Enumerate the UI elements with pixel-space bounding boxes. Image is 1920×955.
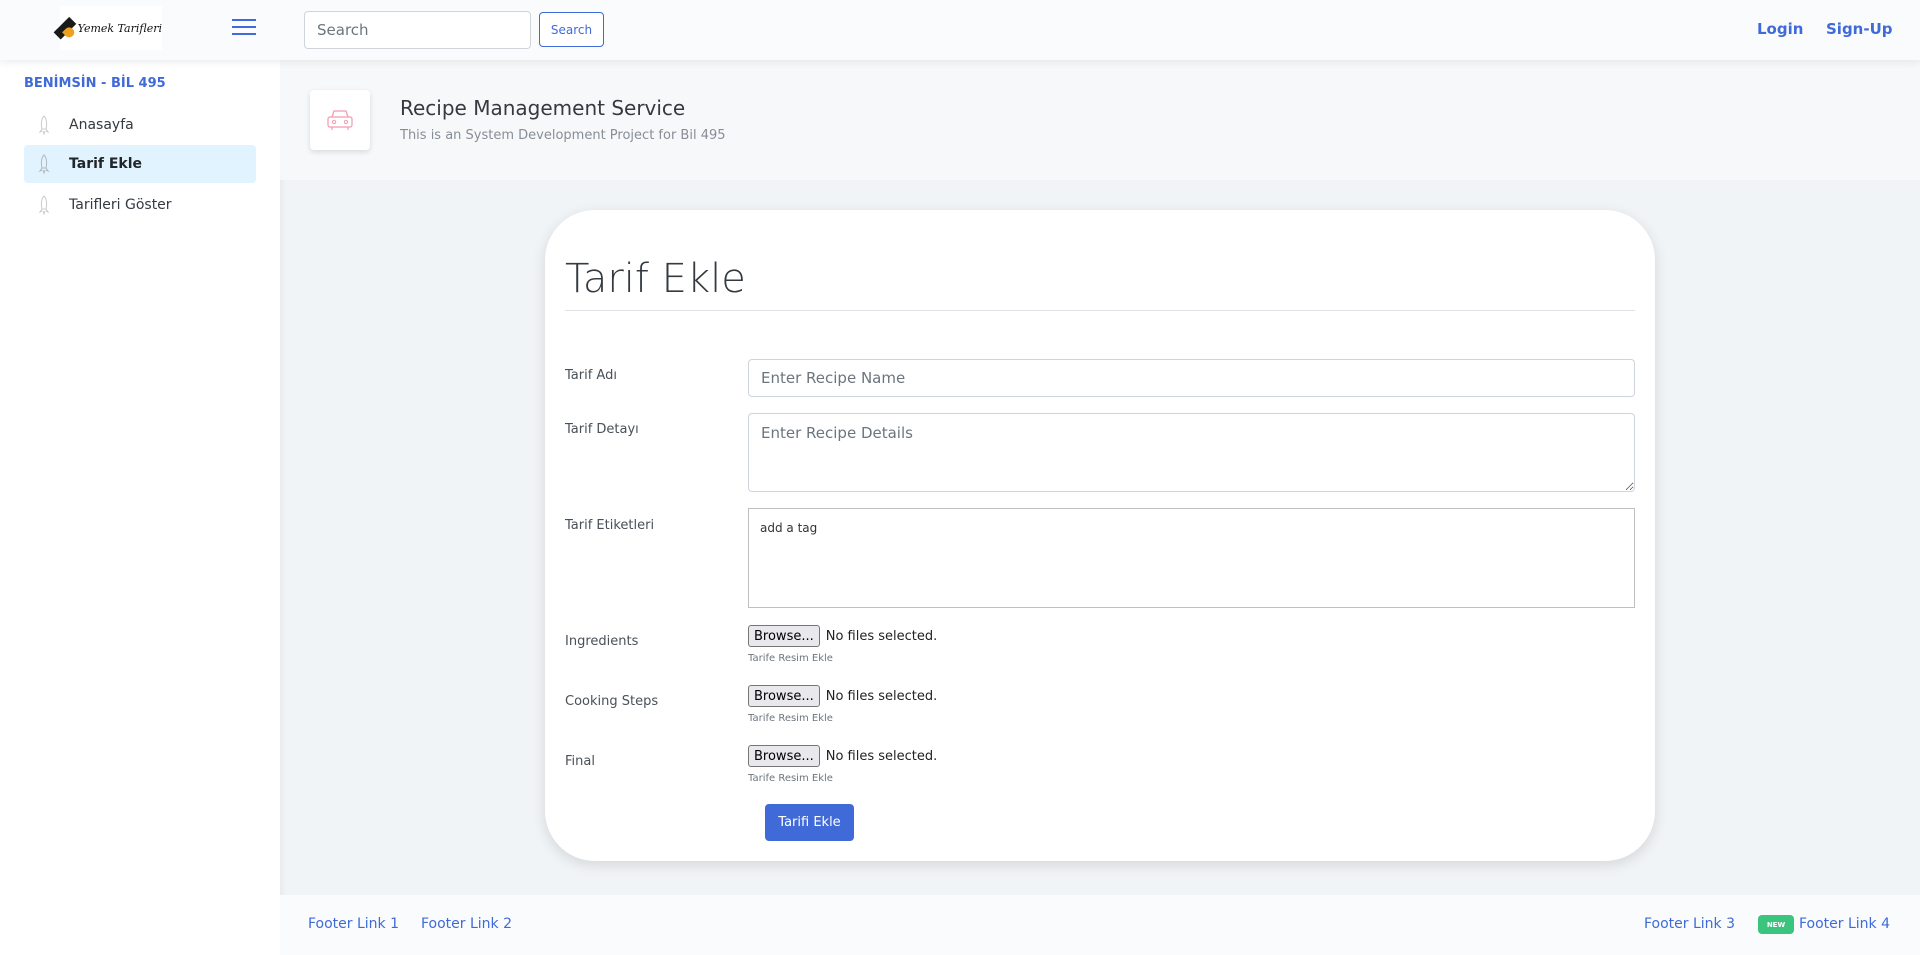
recipe-details-label: Tarif Detayı [565, 422, 639, 437]
ingredients-file-input[interactable]: Browse... No files selected. [748, 625, 937, 647]
logo-text: Yemek Tarifleri [77, 21, 162, 35]
recipe-details-textarea[interactable] [748, 413, 1635, 492]
final-help-text: Tarife Resim Ekle [748, 773, 833, 784]
recipe-name-label: Tarif Adı [565, 368, 617, 383]
cooking-steps-label: Cooking Steps [565, 694, 659, 709]
footer-link-3[interactable]: Footer Link 3 [1644, 916, 1735, 932]
sidebar-item-label: Anasayfa [69, 117, 134, 133]
sidebar-item-label: Tarifleri Göster [69, 197, 172, 213]
sidebar-item-anasayfa[interactable]: Anasayfa [24, 106, 256, 144]
footer-link-2[interactable]: Footer Link 2 [421, 916, 512, 932]
ingredients-help-text: Tarife Resim Ekle [748, 653, 833, 664]
search-input[interactable] [304, 11, 531, 49]
final-file-status: No files selected. [825, 748, 938, 764]
ingredients-label: Ingredients [565, 634, 639, 649]
tag-input[interactable]: add a tag [748, 508, 1635, 608]
flame-logo-icon [53, 16, 77, 40]
footer-link-1[interactable]: Footer Link 1 [308, 916, 399, 932]
new-badge: NEW [1758, 915, 1794, 934]
page-title: Recipe Management Service [400, 96, 686, 120]
cooking-steps-help-text: Tarife Resim Ekle [748, 713, 833, 724]
tag-input-placeholder: add a tag [760, 521, 818, 535]
recipe-name-input[interactable] [748, 359, 1635, 397]
hamburger-menu-icon[interactable] [232, 19, 256, 37]
logo-area: Yemek Tarifleri [0, 0, 280, 60]
cooking-steps-browse-button[interactable]: Browse... [748, 685, 820, 707]
rocket-icon [38, 154, 50, 174]
search-button[interactable]: Search [539, 12, 604, 47]
final-file-input[interactable]: Browse... No files selected. [748, 745, 937, 767]
cooking-steps-file-status: No files selected. [825, 688, 938, 704]
page-title-icon-box [310, 90, 370, 150]
sidebar-item-label: Tarif Ekle [69, 156, 143, 172]
app-header: Yemek Tarifleri Search Login Sign-Up [0, 0, 1920, 60]
sidebar: BENİMSİN - BİL 495 Anasayfa Tarif Ekle T… [0, 60, 280, 955]
recipe-tags-label: Tarif Etiketleri [565, 518, 655, 533]
signup-link[interactable]: Sign-Up [1826, 20, 1893, 38]
ingredients-file-status: No files selected. [825, 628, 938, 644]
login-link[interactable]: Login [1757, 20, 1803, 38]
page-subtitle: This is an System Development Project fo… [400, 128, 726, 143]
footer-link-4[interactable]: Footer Link 4 [1799, 916, 1890, 932]
rocket-icon [38, 115, 50, 135]
form-title: Tarif Ekle [565, 256, 746, 302]
recipe-form-card: Tarif Ekle Tarif Adı Tarif Detayı Tarif … [545, 210, 1655, 861]
footer: Footer Link 1 Footer Link 2 Footer Link … [280, 895, 1920, 955]
car-icon [327, 110, 353, 130]
sidebar-item-tarif-ekle[interactable]: Tarif Ekle [24, 145, 256, 183]
submit-recipe-button[interactable]: Tarifi Ekle [765, 804, 854, 841]
rocket-icon [38, 195, 50, 215]
divider [565, 310, 1635, 311]
sidebar-heading: BENİMSİN - BİL 495 [24, 76, 166, 91]
final-label: Final [565, 754, 595, 769]
cooking-steps-file-input[interactable]: Browse... No files selected. [748, 685, 937, 707]
ingredients-browse-button[interactable]: Browse... [748, 625, 820, 647]
app-logo[interactable]: Yemek Tarifleri [53, 6, 162, 50]
sidebar-item-tarifleri-goster[interactable]: Tarifleri Göster [24, 186, 256, 224]
page-title-bar: Recipe Management Service This is an Sys… [280, 60, 1920, 180]
final-browse-button[interactable]: Browse... [748, 745, 820, 767]
